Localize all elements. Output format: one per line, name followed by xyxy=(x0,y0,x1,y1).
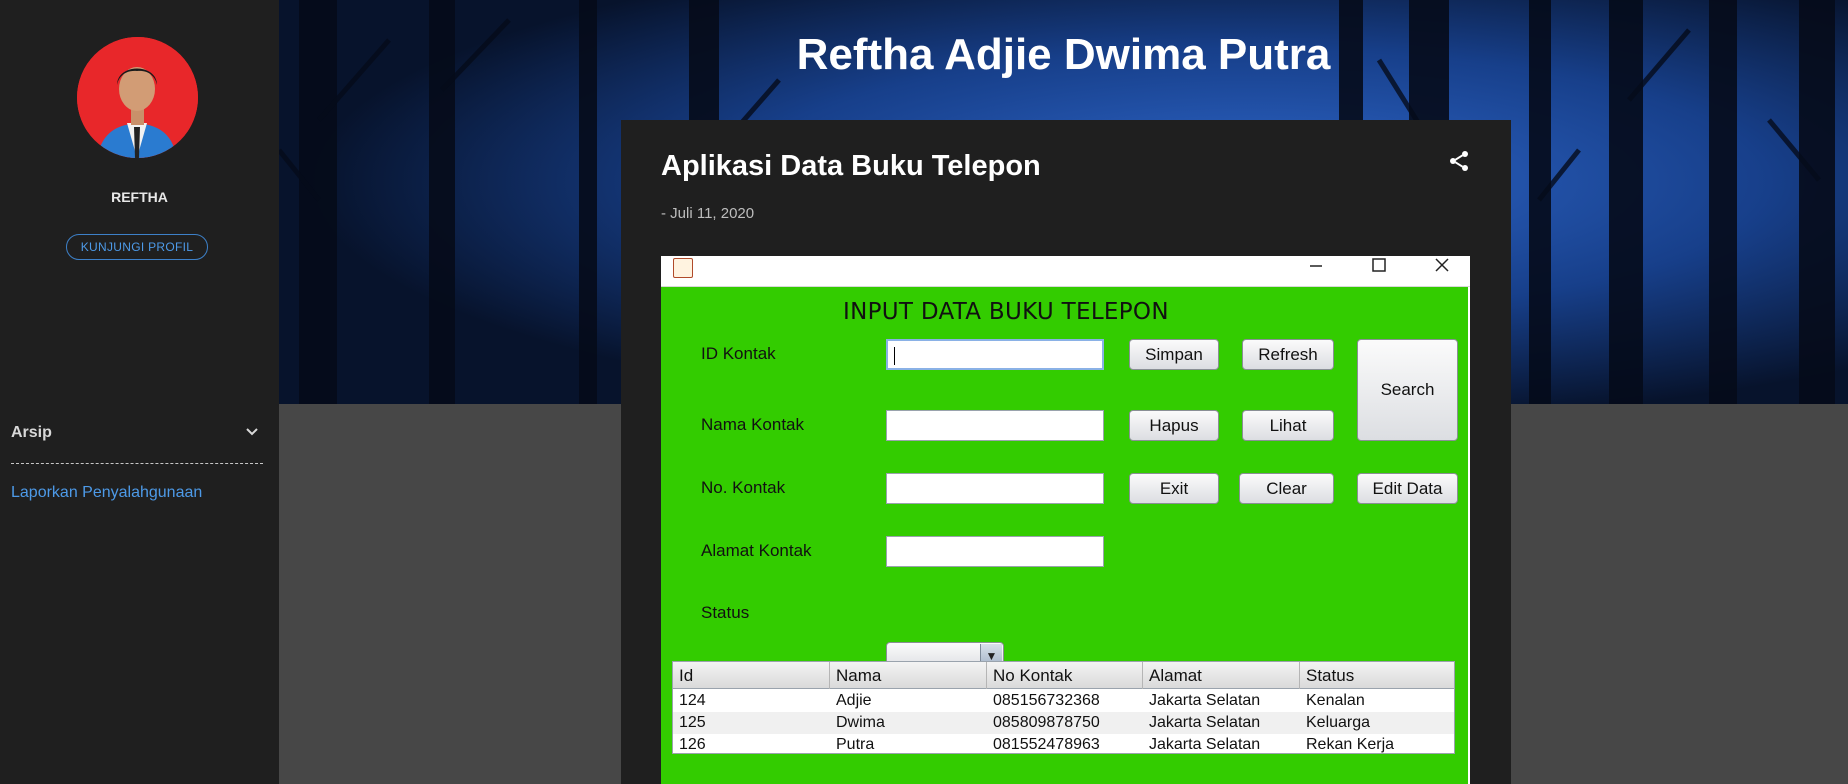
table-row: 125 Dwima 085809878750 Jakarta Selatan K… xyxy=(673,712,1454,734)
contacts-table: Id Nama No Kontak Alamat Status 124 Adji… xyxy=(672,661,1455,754)
table-row: 126 Putra 081552478963 Jakarta Selatan R… xyxy=(673,734,1454,756)
archive-label: Arsip xyxy=(11,424,52,441)
hapus-button: Hapus xyxy=(1129,410,1219,441)
edit-data-button: Edit Data xyxy=(1357,473,1458,504)
clear-button: Clear xyxy=(1239,473,1334,504)
window-titlebar xyxy=(661,256,1470,287)
label-nama: Nama Kontak xyxy=(701,415,804,434)
archive-toggle[interactable]: Arsip xyxy=(11,420,263,446)
table-cell: 126 xyxy=(679,736,706,753)
chevron-down-icon xyxy=(246,428,258,436)
blog-title[interactable]: Reftha Adjie Dwima Putra xyxy=(279,30,1848,80)
label-status: Status xyxy=(701,603,750,622)
profile-avatar[interactable] xyxy=(77,37,198,158)
form-title: INPUT DATA BUKU TELEPON xyxy=(843,299,1169,325)
label-alamat: Alamat Kontak xyxy=(701,541,812,560)
profile-name: REFTHA xyxy=(111,189,168,205)
minimize-icon xyxy=(1310,265,1322,267)
share-icon[interactable] xyxy=(1447,149,1471,173)
divider xyxy=(11,463,263,464)
column-header: Nama xyxy=(830,662,987,689)
exit-button: Exit xyxy=(1129,473,1219,504)
table-cell: Dwima xyxy=(836,714,885,731)
simpan-button: Simpan xyxy=(1129,339,1219,370)
column-header: Status xyxy=(1306,666,1355,685)
label-no: No. Kontak xyxy=(701,478,786,497)
no-kontak-field xyxy=(886,473,1104,504)
lihat-button: Lihat xyxy=(1242,410,1334,441)
table-cell: Jakarta Selatan xyxy=(1149,692,1261,709)
table-cell: 081552478963 xyxy=(993,736,1100,753)
table-cell: Keluarga xyxy=(1306,714,1371,731)
app-screenshot: INPUT DATA BUKU TELEPON ID Kontak Nama K… xyxy=(661,256,1470,784)
table-cell: Jakarta Selatan xyxy=(1149,714,1261,731)
table-cell: 125 xyxy=(679,714,706,731)
post-date: - Juli 11, 2020 xyxy=(661,205,755,222)
visit-profile-button[interactable]: KUNJUNGI PROFIL xyxy=(66,234,208,260)
table-cell: Kenalan xyxy=(1306,692,1365,709)
table-cell: Adjie xyxy=(836,692,872,709)
label-id: ID Kontak xyxy=(701,344,776,363)
post-card: Aplikasi Data Buku Telepon - Juli 11, 20… xyxy=(621,120,1511,784)
avatar-photo xyxy=(77,37,198,158)
report-abuse-link[interactable]: Laporkan Penyalahgunaan xyxy=(11,484,202,502)
refresh-button: Refresh xyxy=(1242,339,1334,370)
column-header: No Kontak xyxy=(987,662,1143,689)
search-button: Search xyxy=(1357,339,1458,441)
java-icon xyxy=(673,258,693,278)
table-cell: Jakarta Selatan xyxy=(1149,736,1261,753)
id-kontak-field xyxy=(886,339,1104,370)
table-cell: Rekan Kerja xyxy=(1306,736,1395,753)
table-header: Id Nama No Kontak Alamat Status xyxy=(673,662,1454,689)
table-cell: 085156732368 xyxy=(993,692,1100,709)
table-cell: 124 xyxy=(679,692,706,709)
text-caret xyxy=(894,347,895,365)
alamat-kontak-field xyxy=(886,536,1104,567)
table-row: 124 Adjie 085156732368 Jakarta Selatan K… xyxy=(673,690,1454,712)
column-header: Alamat xyxy=(1143,662,1300,689)
column-header: Id xyxy=(673,662,830,689)
close-icon xyxy=(1435,258,1449,272)
sidebar: REFTHA KUNJUNGI PROFIL Arsip Laporkan Pe… xyxy=(0,0,279,784)
form-panel: INPUT DATA BUKU TELEPON ID Kontak Nama K… xyxy=(661,287,1468,784)
post-title[interactable]: Aplikasi Data Buku Telepon xyxy=(661,150,1041,183)
maximize-icon xyxy=(1372,258,1386,272)
nama-kontak-field xyxy=(886,410,1104,441)
table-cell: Putra xyxy=(836,736,875,753)
table-cell: 085809878750 xyxy=(993,714,1100,731)
